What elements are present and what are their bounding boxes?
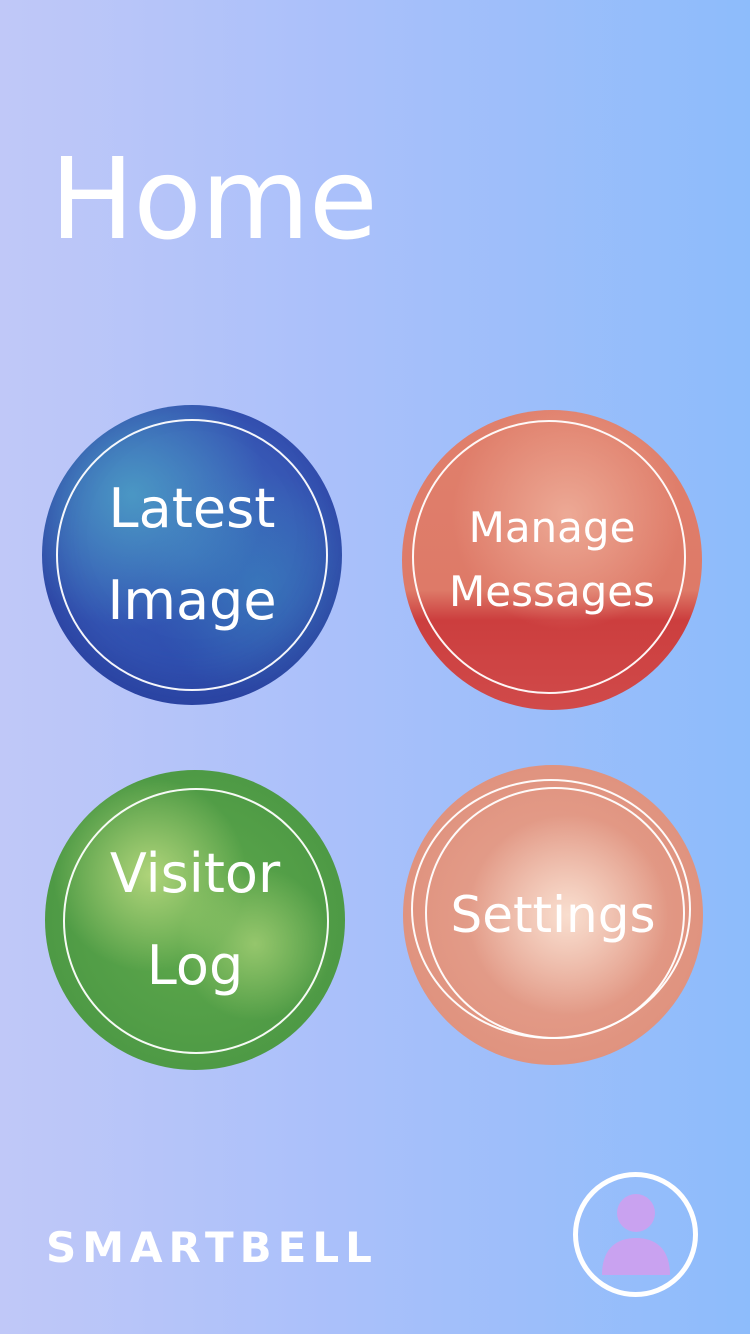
settings-label: Settings bbox=[450, 886, 656, 944]
profile-button[interactable] bbox=[573, 1172, 698, 1297]
visitor-log-button[interactable]: Visitor Log bbox=[45, 770, 345, 1070]
latest-image-button[interactable]: Latest Image bbox=[42, 405, 342, 705]
latest-image-label: Latest Image bbox=[107, 477, 277, 632]
brand-logo: SMARTBELL bbox=[46, 1223, 378, 1272]
settings-button[interactable]: Settings bbox=[403, 765, 703, 1065]
person-icon bbox=[602, 1194, 670, 1275]
visitor-log-label: Visitor Log bbox=[109, 842, 281, 997]
manage-messages-button[interactable]: Manage Messages bbox=[402, 410, 702, 710]
manage-messages-label: Manage Messages bbox=[449, 503, 655, 616]
page-title: Home bbox=[50, 135, 378, 265]
